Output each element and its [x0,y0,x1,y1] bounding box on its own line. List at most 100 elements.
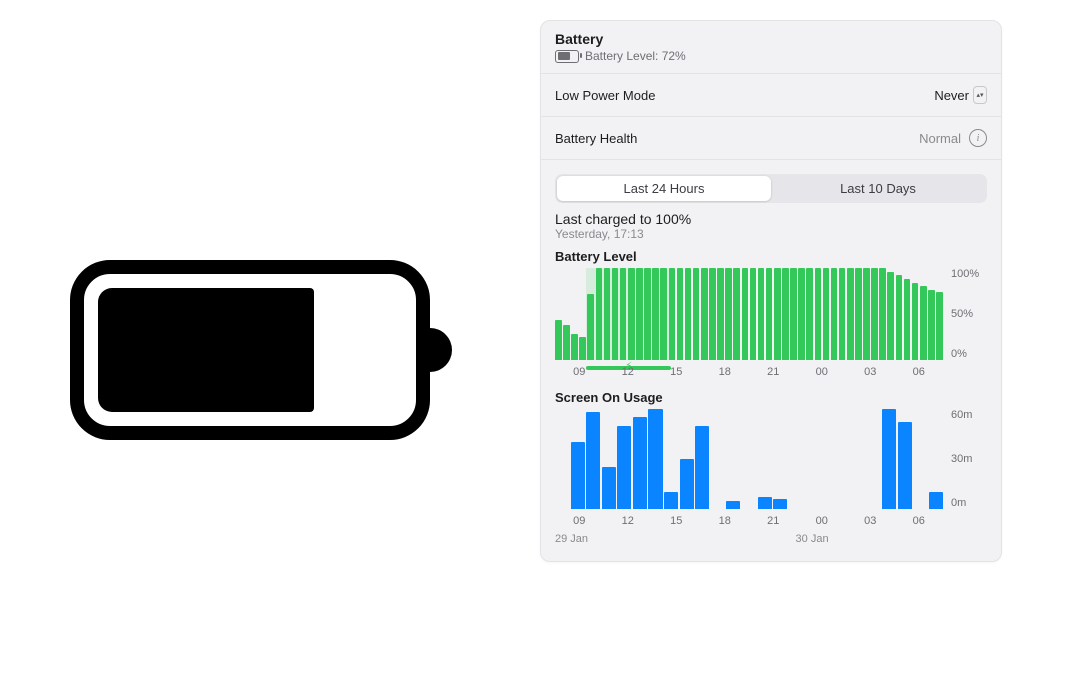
battery-hero-icon [70,260,450,440]
battery-health-label: Battery Health [555,131,637,146]
bar [798,268,805,360]
bar [871,268,878,360]
bar [750,268,757,360]
screen-on-plot [555,409,943,509]
bar [669,268,676,360]
bar [596,268,603,360]
battery-level-text: Battery Level: 72% [585,49,686,63]
battery-level-plot: ⚡︎ [555,268,943,360]
bar [620,268,627,360]
bar [912,283,919,360]
tab-last-24-hours[interactable]: Last 24 Hours [557,176,771,201]
bar [758,268,765,360]
bar [648,409,662,509]
low-power-mode-label: Low Power Mode [555,88,655,103]
updown-stepper-icon: ▴▾ [973,86,987,104]
bar [855,268,862,360]
bar [693,268,700,360]
bar [602,467,616,509]
date-axis: 29 Jan30 Jan [555,533,943,547]
last-charged-time: Yesterday, 17:13 [555,227,987,241]
bar [652,268,659,360]
bar [579,337,586,360]
bar [604,268,611,360]
battery-health-value: Normal [919,131,961,146]
screen-on-y-axis: 60m30m0m [951,409,987,509]
bar [773,499,787,509]
bar [790,268,797,360]
bar [701,268,708,360]
bar [879,268,886,360]
bar [664,492,678,509]
screen-on-x-axis: 0912151821000306 [555,515,943,531]
bar [742,268,749,360]
battery-fill-icon [98,288,314,412]
bar [587,294,594,360]
bar [882,409,896,509]
screen-on-chart-title: Screen On Usage [555,390,987,405]
bar [766,268,773,360]
bar [774,268,781,360]
bar [863,268,870,360]
bar [660,268,667,360]
bar [709,268,716,360]
battery-cap-icon [426,328,452,372]
bar [571,442,585,509]
bar [920,286,927,360]
bar [717,268,724,360]
battery-level-y-axis: 100%50%0% [951,268,987,360]
low-power-mode-row: Low Power Mode Never ▴▾ [541,74,1001,117]
battery-level-status: Battery Level: 72% [555,49,987,63]
battery-settings-panel: Battery Battery Level: 72% Low Power Mod… [540,20,1002,562]
panel-title: Battery [555,31,987,47]
bar [612,268,619,360]
screen-on-bars [555,409,943,509]
bar [636,268,643,360]
bar [617,426,631,509]
battery-mini-icon [555,50,579,63]
bar [586,412,600,509]
bar [887,272,894,360]
bar [555,320,562,360]
bar [685,268,692,360]
battery-level-bars [555,268,943,360]
battery-level-chart-title: Battery Level [555,249,987,264]
bar [847,268,854,360]
bar [831,268,838,360]
bar [898,422,912,509]
bar [896,275,903,360]
bar [677,268,684,360]
bar [563,325,570,360]
time-range-segmented[interactable]: Last 24 Hours Last 10 Days [555,174,987,203]
bar [733,268,740,360]
bar [839,268,846,360]
tab-last-10-days[interactable]: Last 10 Days [771,176,985,201]
bar [929,492,943,509]
low-power-mode-popup[interactable]: Never ▴▾ [934,86,987,104]
bar [726,501,740,509]
bar [644,268,651,360]
bar [633,417,647,509]
battery-level-chart: Battery Level ⚡︎ 100%50%0% 0912151821000… [555,249,987,382]
bar [695,426,709,509]
last-charged-title: Last charged to 100% [555,211,987,227]
bar [936,292,943,360]
bar [782,268,789,360]
battery-header: Battery Battery Level: 72% [541,21,1001,74]
info-icon[interactable]: i [969,129,987,147]
low-power-mode-value: Never [934,88,969,103]
bar [628,268,635,360]
bar [928,290,935,360]
battery-health-row: Battery Health Normal i [541,117,1001,160]
bar [571,334,578,360]
bar [806,268,813,360]
bar [823,268,830,360]
bar [904,279,911,360]
last-charged-block: Last charged to 100% Yesterday, 17:13 [555,211,987,241]
battery-level-x-axis: 0912151821000306 [555,366,943,382]
battery-usage-section: Last 24 Hours Last 10 Days Last charged … [541,160,1001,561]
bar [815,268,822,360]
bar [680,459,694,509]
bar [725,268,732,360]
screen-on-chart: Screen On Usage 60m30m0m 091215182100030… [555,390,987,547]
